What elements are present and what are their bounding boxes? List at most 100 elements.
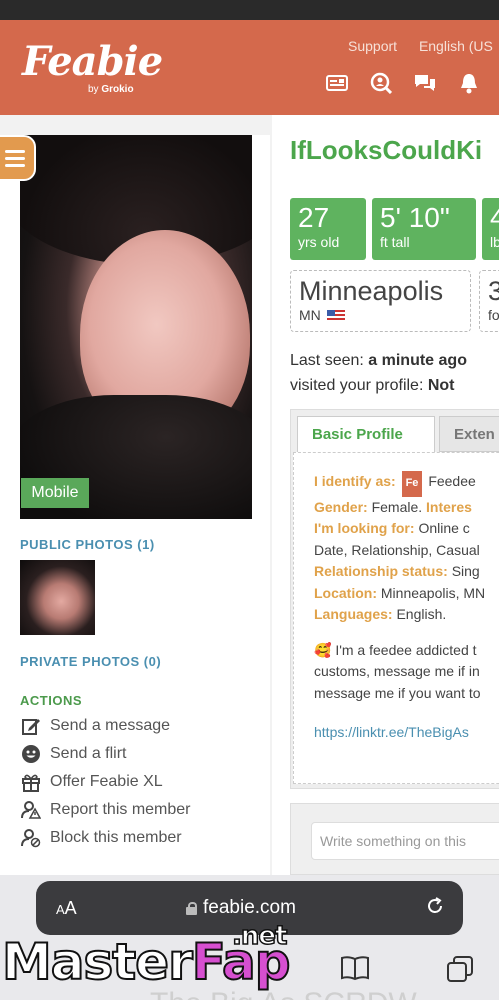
last-seen-value: a minute ago <box>368 352 467 369</box>
bio-line: customs, message me if in <box>314 663 480 679</box>
browser-bottom-bar: AA feabie.com MasterFap .net The Big As … <box>0 875 499 1000</box>
secondary-stat-unit: fo <box>488 307 499 323</box>
smiley-icon <box>20 743 42 765</box>
us-flag-icon <box>326 310 345 323</box>
secondary-stat-value: 3 <box>488 276 499 306</box>
reload-icon[interactable] <box>425 896 445 921</box>
support-link[interactable]: Support <box>348 38 397 54</box>
languages-row: Languages: English. <box>314 604 499 626</box>
edit-icon <box>20 715 42 737</box>
location-state-row: MN <box>299 307 462 323</box>
looking-value: Online c <box>418 520 470 536</box>
profile-tabs: Basic Profile Exten I identify as: Fe Fe… <box>290 409 499 789</box>
profile-page: Mobile PUBLIC PHOTOS (1) PRIVATE PHOTOS … <box>0 115 499 875</box>
logo-sub-brand: Grokio <box>101 84 134 95</box>
actions-title: ACTIONS <box>20 693 82 708</box>
identify-row: I identify as: Fe Feedee <box>314 471 499 497</box>
basic-profile-content: I identify as: Fe Feedee Gender: Female.… <box>293 452 499 784</box>
site-header: Feabie by Grokio Support English (US <box>0 0 499 115</box>
relationship-value: Sing <box>451 563 480 579</box>
tab-basic-profile[interactable]: Basic Profile <box>297 416 435 452</box>
top-links: Support English (US <box>348 38 499 54</box>
weight-stat: 4 lbs <box>482 198 499 260</box>
url-text: feabie.com <box>203 897 296 918</box>
linktree-link[interactable]: https://linktr.ee/TheBigAs <box>314 724 499 740</box>
identify-value: Feedee <box>428 473 476 489</box>
age-value: 27 <box>298 202 330 233</box>
public-photo-thumbnail[interactable] <box>20 560 95 635</box>
report-user-icon <box>20 799 42 821</box>
public-photos-title[interactable]: PUBLIC PHOTOS (1) <box>20 537 155 552</box>
height-value: 5' 10" <box>380 202 450 233</box>
last-seen-label: Last seen: <box>290 352 364 369</box>
languages-value: English. <box>396 606 447 622</box>
mobile-badge: Mobile <box>21 478 89 508</box>
private-photos-title[interactable]: PRIVATE PHOTOS (0) <box>20 654 161 669</box>
location-city: Minneapolis <box>299 276 444 306</box>
tab-extended[interactable]: Exten <box>439 416 499 452</box>
gender-row: Gender: Female. Interes <box>314 497 499 519</box>
messages-icon[interactable] <box>414 72 436 94</box>
gender-label: Gender: <box>314 498 368 515</box>
notifications-icon[interactable] <box>458 72 480 94</box>
secondary-stat-card: 3 fo <box>479 270 499 332</box>
looking-value-2: Date, Relationship, Casual <box>314 541 480 558</box>
location-label: Location: <box>314 584 377 601</box>
gift-icon <box>20 771 42 793</box>
site-logo[interactable]: Feabie <box>22 38 163 85</box>
action-label: Offer Feabie XL <box>50 773 163 790</box>
watermark-master: Master <box>1 932 194 992</box>
hamburger-menu-icon[interactable] <box>0 135 36 181</box>
profile-bio: 🥰 I'm a feedee addicted t customs, messa… <box>314 640 499 705</box>
search-profile-icon[interactable] <box>370 72 392 94</box>
action-label: Send a message <box>50 717 171 734</box>
action-label: Block this member <box>50 829 182 846</box>
profile-username: IfLooksCouldKi <box>290 135 483 165</box>
height-unit: ft tall <box>380 234 410 250</box>
identify-label: I identify as: <box>314 473 396 489</box>
offer-feabie-xl-action[interactable]: Offer Feabie XL <box>20 771 163 793</box>
location-value: Minneapolis, MN <box>380 584 486 601</box>
language-link[interactable]: English (US <box>419 38 493 54</box>
logo-subtitle: by Grokio <box>88 84 134 95</box>
tabs-icon[interactable] <box>446 955 474 990</box>
send-flirt-action[interactable]: Send a flirt <box>20 743 126 765</box>
reader-text-size-button[interactable]: AA <box>56 898 77 919</box>
visited-row: visited your profile: Not <box>290 373 467 398</box>
visited-label: visited your profile: <box>290 377 424 394</box>
report-member-action[interactable]: Report this member <box>20 799 191 821</box>
comment-section: Write something on this <box>290 803 499 875</box>
logo-sub-prefix: by <box>88 84 99 95</box>
relationship-row: Relationship status: Sing <box>314 561 499 583</box>
comment-input[interactable]: Write something on this <box>311 822 499 860</box>
bio-line: message me if you want to <box>314 684 481 701</box>
action-label: Report this member <box>50 801 191 818</box>
looking-label: I'm looking for: <box>314 520 415 536</box>
action-label: Send a flirt <box>50 745 127 762</box>
aa-big: A <box>64 897 77 918</box>
interest-label: Interes <box>426 498 472 515</box>
header-icons <box>326 72 480 94</box>
aa-small: A <box>56 901 65 917</box>
languages-label: Languages: <box>314 606 393 622</box>
location-row: Location: Minneapolis, MN <box>314 583 499 605</box>
gender-value: Female. <box>371 498 423 515</box>
block-member-action[interactable]: Block this member <box>20 827 182 849</box>
right-column: IfLooksCouldKi 27 yrs old 5' 10" ft tall… <box>272 115 499 875</box>
age-stat: 27 yrs old <box>290 198 366 260</box>
weight-value: 4 <box>490 202 499 233</box>
send-message-action[interactable]: Send a message <box>20 715 170 737</box>
looking-row: I'm looking for: Online c <box>314 518 499 540</box>
last-seen-row: Last seen: a minute ago <box>290 348 467 373</box>
profile-photo[interactable] <box>20 135 252 519</box>
news-icon[interactable] <box>326 72 348 94</box>
feedee-badge: Fe <box>401 471 423 497</box>
left-column: Mobile PUBLIC PHOTOS (1) PRIVATE PHOTOS … <box>0 135 270 875</box>
status-bar <box>0 0 499 20</box>
url-display[interactable]: feabie.com <box>186 897 296 919</box>
watermark-net: .net <box>231 920 288 952</box>
visited-value: Not <box>427 377 455 394</box>
location-card: Minneapolis MN <box>290 270 471 332</box>
bookmarks-icon[interactable] <box>340 955 370 988</box>
relationship-label: Relationship status: <box>314 563 448 579</box>
